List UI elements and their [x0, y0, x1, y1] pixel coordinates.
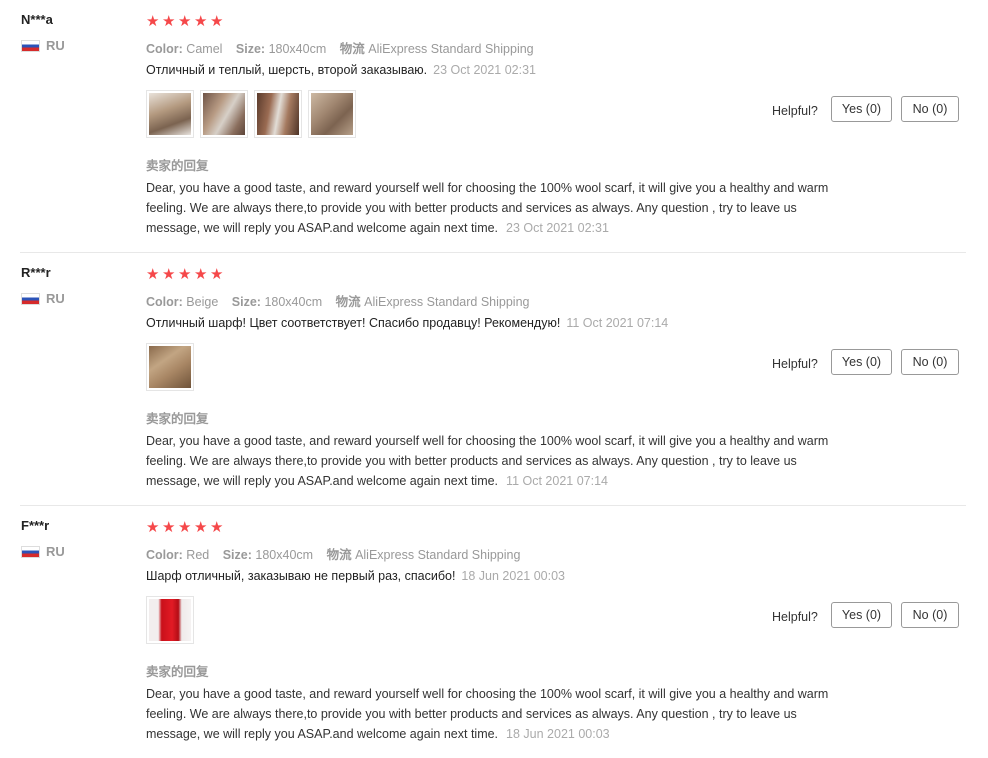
helpful-label: Helpful?: [772, 104, 818, 118]
seller-reply-title: 卖家的回复: [146, 412, 209, 426]
star-icon: ★: [146, 266, 160, 283]
russia-flag-icon: [21, 292, 40, 305]
star-icon: ★: [178, 13, 192, 30]
country-code: RU: [46, 38, 65, 53]
review-photo-thumbnail[interactable]: [146, 343, 194, 391]
star-icon: ★: [178, 519, 192, 536]
review-body: Отличный и теплый, шерсть, второй заказы…: [146, 63, 428, 77]
star-rating: ★ ★ ★ ★ ★: [146, 520, 225, 535]
shipping-label: 物流: [326, 548, 352, 562]
helpful-label: Helpful?: [772, 610, 818, 624]
reviewer-country: RU: [21, 38, 65, 53]
star-rating: ★ ★ ★ ★ ★: [146, 14, 225, 29]
size-label: Size:: [231, 295, 261, 309]
star-icon: ★: [194, 519, 208, 536]
review-photo-thumbnail[interactable]: [200, 90, 248, 138]
star-icon: ★: [210, 13, 224, 30]
color-value: Camel: [186, 42, 223, 56]
size-label: Size:: [222, 548, 252, 562]
reviewer-country: RU: [21, 544, 65, 559]
color-label: Color:: [146, 42, 183, 56]
review-photos: [146, 90, 356, 138]
shipping-label: 物流: [335, 295, 361, 309]
reviewer-name: N***a: [21, 12, 53, 27]
review-date: 23 Oct 2021 02:31: [433, 63, 537, 77]
seller-reply-title: 卖家的回复: [146, 159, 209, 173]
star-icon: ★: [194, 13, 208, 30]
star-rating: ★ ★ ★ ★ ★: [146, 267, 225, 282]
color-label: Color:: [146, 295, 183, 309]
color-value: Beige: [186, 295, 219, 309]
star-icon: ★: [194, 266, 208, 283]
review-item: N***a RU ★ ★ ★ ★ ★ Color: Camel Size: 18…: [0, 0, 966, 253]
review-photo-thumbnail[interactable]: [308, 90, 356, 138]
order-properties: Color: Red Size: 180x40cm 物流 AliExpress …: [146, 544, 530, 563]
shipping-value: AliExpress Standard Shipping: [364, 295, 530, 309]
reviewer-country: RU: [21, 291, 65, 306]
color-value: Red: [186, 548, 210, 562]
shipping-label: 物流: [339, 42, 365, 56]
country-code: RU: [46, 291, 65, 306]
order-properties: Color: Camel Size: 180x40cm 物流 AliExpres…: [146, 38, 544, 57]
seller-reply: Dear, you have a good taste, and reward …: [146, 684, 836, 744]
star-icon: ★: [146, 519, 160, 536]
star-icon: ★: [210, 266, 224, 283]
review-text: Отличный шарф! Цвет соответствует! Спаси…: [146, 316, 668, 330]
review-text: Отличный и теплый, шерсть, второй заказы…: [146, 63, 536, 77]
helpful-no-button[interactable]: No (0): [901, 602, 959, 628]
helpful-yes-button[interactable]: Yes (0): [831, 96, 892, 122]
review-photo-thumbnail[interactable]: [146, 596, 194, 644]
order-properties: Color: Beige Size: 180x40cm 物流 AliExpres…: [146, 291, 539, 310]
review-body: Шарф отличный, заказываю не первый раз, …: [146, 569, 456, 583]
review-photo-thumbnail[interactable]: [146, 90, 194, 138]
size-value: 180x40cm: [268, 42, 327, 56]
reviewer-name: F***r: [21, 518, 50, 533]
seller-reply-date: 11 Oct 2021 07:14: [506, 474, 608, 488]
shipping-value: AliExpress Standard Shipping: [355, 548, 521, 562]
review-item: F***r RU ★ ★ ★ ★ ★ Color: Red Size: 180x…: [0, 506, 966, 758]
review-body: Отличный шарф! Цвет соответствует! Спаси…: [146, 316, 561, 330]
seller-reply-date: 18 Jun 2021 00:03: [506, 727, 610, 741]
russia-flag-icon: [21, 39, 40, 52]
review-date: 11 Oct 2021 07:14: [566, 316, 669, 330]
seller-reply: Dear, you have a good taste, and reward …: [146, 431, 836, 491]
star-icon: ★: [210, 519, 224, 536]
helpful-no-button[interactable]: No (0): [901, 96, 959, 122]
reviewer-name: R***r: [21, 265, 51, 280]
review-photos: [146, 596, 194, 644]
review-date: 18 Jun 2021 00:03: [461, 569, 565, 583]
seller-reply-date: 23 Oct 2021 02:31: [506, 221, 609, 235]
shipping-value: AliExpress Standard Shipping: [368, 42, 534, 56]
helpful-no-button[interactable]: No (0): [901, 349, 959, 375]
star-icon: ★: [162, 519, 176, 536]
review-photos: [146, 343, 194, 391]
star-icon: ★: [146, 13, 160, 30]
helpful-label: Helpful?: [772, 357, 818, 371]
size-value: 180x40cm: [255, 548, 314, 562]
russia-flag-icon: [21, 545, 40, 558]
review-text: Шарф отличный, заказываю не первый раз, …: [146, 569, 565, 583]
star-icon: ★: [178, 266, 192, 283]
seller-reply: Dear, you have a good taste, and reward …: [146, 178, 836, 238]
size-value: 180x40cm: [264, 295, 323, 309]
review-item: R***r RU ★ ★ ★ ★ ★ Color: Beige Size: 18…: [0, 253, 966, 506]
color-label: Color:: [146, 548, 183, 562]
size-label: Size:: [235, 42, 266, 56]
seller-reply-text: Dear, you have a good taste, and reward …: [146, 181, 829, 235]
star-icon: ★: [162, 266, 176, 283]
helpful-yes-button[interactable]: Yes (0): [831, 602, 892, 628]
seller-reply-text: Dear, you have a good taste, and reward …: [146, 434, 829, 488]
helpful-yes-button[interactable]: Yes (0): [831, 349, 892, 375]
seller-reply-text: Dear, you have a good taste, and reward …: [146, 687, 829, 741]
seller-reply-title: 卖家的回复: [146, 665, 209, 679]
star-icon: ★: [162, 13, 176, 30]
review-photo-thumbnail[interactable]: [254, 90, 302, 138]
country-code: RU: [46, 544, 65, 559]
